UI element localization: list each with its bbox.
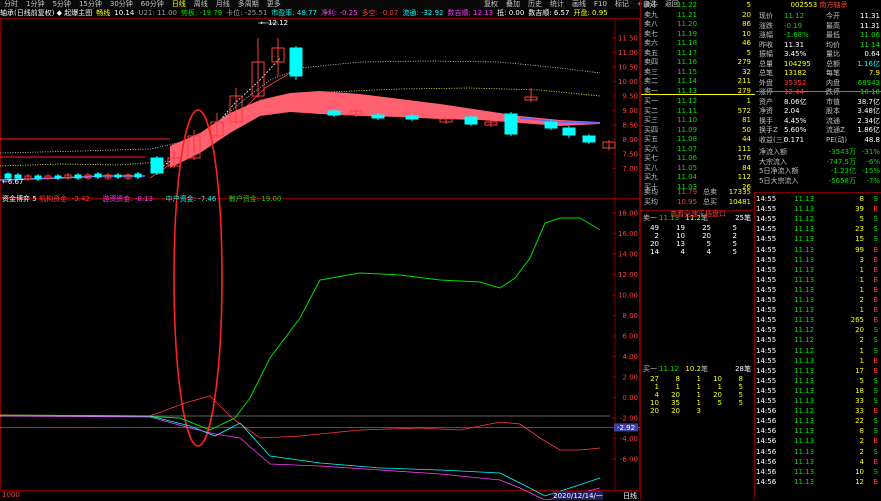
indicator-value-6: 市盈率: 48.77 — [271, 9, 317, 17]
trend-ribbon — [170, 91, 600, 168]
indicator-value-2: 10.14 — [114, 9, 135, 17]
bottom-left-label: 1000 — [2, 491, 20, 499]
toolbar-right-item-6[interactable]: 标记 — [611, 0, 633, 9]
hot-capital-line — [0, 415, 601, 500]
toolbar-right-item-0[interactable]: 复权 — [480, 0, 502, 9]
toolbar-right-item-2[interactable]: 历史 — [524, 0, 546, 9]
high-price-label: ← 12.12 — [260, 19, 288, 27]
candle-body-11 — [114, 174, 122, 178]
price-axis-label: 7.00 — [622, 165, 638, 173]
toolbar-item-9[interactable]: 多周期 — [234, 0, 263, 9]
indicator-value-11: 抵: 0.00 — [497, 9, 525, 17]
candle-body-32 — [562, 127, 576, 136]
price-axis-label: 7.50 — [622, 151, 638, 159]
toolbar-item-7[interactable]: 周线 — [190, 0, 212, 9]
candle-body-7 — [74, 174, 82, 179]
lower-axis-label: 12.00 — [618, 271, 638, 279]
tick-price: 11.13 — [794, 477, 815, 486]
lower-axis-label: 6.00 — [622, 333, 638, 341]
toolbar-item-6[interactable]: 日线 — [168, 0, 190, 9]
indicator-value-8: 多空: -0.07 — [361, 9, 399, 17]
lower-chart-frame — [0, 198, 640, 491]
candle-body-31 — [544, 121, 558, 129]
toolbar-item-4[interactable]: 30分钟 — [106, 0, 137, 9]
level-marker-label: -2.92 — [617, 424, 635, 432]
price-axis-label: 10.50 — [618, 64, 638, 72]
toolbar-right-item-5[interactable]: F10 — [590, 0, 611, 9]
indicator-value-13: 开盘: 0.95 — [573, 9, 608, 17]
indicator-value-1: 畅线 — [96, 9, 111, 17]
lower-axis-label: -4.00 — [620, 435, 638, 443]
price-axis-label: 8.00 — [622, 136, 638, 144]
lower-axis-label: -6.00 — [620, 456, 638, 464]
indicator-value-5: 卡位: -25.51 — [226, 9, 268, 17]
lower-axis-label: 14.00 — [618, 251, 638, 259]
lower-axis-label: 8.00 — [622, 312, 638, 320]
price-axis-label: 11.50 — [618, 35, 638, 43]
lower-axis-label: 10.00 — [618, 292, 638, 300]
price-axis-label: 9.50 — [622, 93, 638, 101]
candle-body-27 — [464, 116, 478, 125]
tick-vertical-separator — [754, 192, 755, 500]
lower-axis-label: 18.00 — [618, 210, 638, 218]
tick-separator — [754, 192, 881, 193]
capital-flow-value-4: 散户资金: 19.00 — [229, 194, 282, 203]
candle-body-24 — [371, 114, 385, 119]
candle-body-13 — [134, 173, 142, 178]
capital-flow-value-2: 游资资金: -8.13 — [102, 194, 153, 203]
toolbar-right-item-4[interactable]: 画线 — [568, 0, 590, 9]
institution-capital-line — [0, 395, 601, 451]
indicator-value-4: 势板: -19.79 — [181, 9, 223, 17]
indicator-value-7: 净利: -0.25 — [320, 9, 358, 17]
price-axis-label: 10.00 — [618, 78, 638, 86]
price-axis-label: 9.00 — [622, 107, 638, 115]
toolbar-item-2[interactable]: 5分钟 — [48, 0, 74, 9]
quote-side-panel: 002553 南方轴承 卖十 11.22 5 卖九 11.21 20 卖八 11.20 86 卖七… — [640, 0, 881, 500]
tick-volume: 12 — [855, 477, 864, 486]
indicator-value-0: 轴承(日线前复权) ◆ 起爆主图 — [0, 9, 93, 17]
lower-axis-label: 16.00 — [618, 230, 638, 238]
toolbar-item-5[interactable]: 60分钟 — [137, 0, 168, 9]
kline-chart-area[interactable]: 11.50 11.00 10.50 10.00 9.50 9.00 8.50 8.00 7.50… — [0, 18, 640, 500]
toolbar-right-item-1[interactable]: 叠加 — [502, 0, 524, 9]
date-label: 2020/12/14/一 — [553, 492, 603, 500]
price-axis-label: 11.00 — [618, 49, 638, 57]
period-label: 日线 — [623, 491, 637, 500]
indicator-info-bar: 轴承(日线前复权) ◆ 起爆主图 畅线 10.14 U21: 11.00 势板: -19… — [0, 9, 640, 18]
retail-capital-line — [0, 217, 601, 431]
candle-body-33 — [582, 135, 596, 143]
capital-flow-value-0: 资金博弈 5 — [2, 194, 37, 203]
indicator-value-9: 流通: -32.92 — [402, 9, 444, 17]
lower-axis-label: 2.00 — [622, 374, 638, 382]
indicator-value-12: 数吉顺: 6.57 — [528, 9, 570, 17]
lower-axis-label: 0.00 — [622, 394, 638, 402]
candle-body-14 — [150, 157, 164, 174]
toolbar-item-8[interactable]: 月线 — [212, 0, 234, 9]
lower-axis-label: -2.00 — [620, 415, 638, 423]
tick-time: 14:56 — [756, 477, 777, 486]
tick-row-28: 14:56 11.13 12 B — [754, 477, 881, 488]
lower-axis-label: 4.00 — [622, 353, 638, 361]
low-price-label: ←6.67 — [2, 178, 23, 186]
candle-body-5 — [54, 175, 62, 179]
price-axis-label: 8.50 — [622, 122, 638, 130]
capital-flow-value-3: 中户资金: -7.46 — [166, 194, 217, 203]
highlight-ellipse — [173, 109, 223, 447]
candle-body-21 — [289, 47, 303, 77]
candle-body-9 — [94, 173, 102, 178]
toolbar-item-1[interactable]: 1分钟 — [22, 0, 48, 9]
candle-body-29 — [504, 113, 518, 135]
capital-flow-value-1: 机构资金: -3.42 — [39, 194, 90, 203]
tick-side: B — [873, 477, 878, 486]
toolbar-right-item-3[interactable]: 统计 — [546, 0, 568, 9]
tick-list: 14:55 11.13 8 S 14:55 11.13 39 B 14:55 11.12 5 S 14:… — [641, 0, 881, 500]
indicator-value-10: 数吉顺: 12.13 — [447, 9, 494, 17]
indicator-value-3: U21: 11.00 — [138, 9, 177, 17]
candle-body-25 — [405, 115, 419, 120]
toolbar-item-3[interactable]: 15分钟 — [75, 0, 106, 9]
candle-body-22 — [327, 110, 341, 116]
toolbar-item-0[interactable]: 分时 — [0, 0, 22, 9]
toolbar-item-10[interactable]: 更多 — [263, 0, 285, 9]
candle-body-3 — [34, 175, 42, 180]
